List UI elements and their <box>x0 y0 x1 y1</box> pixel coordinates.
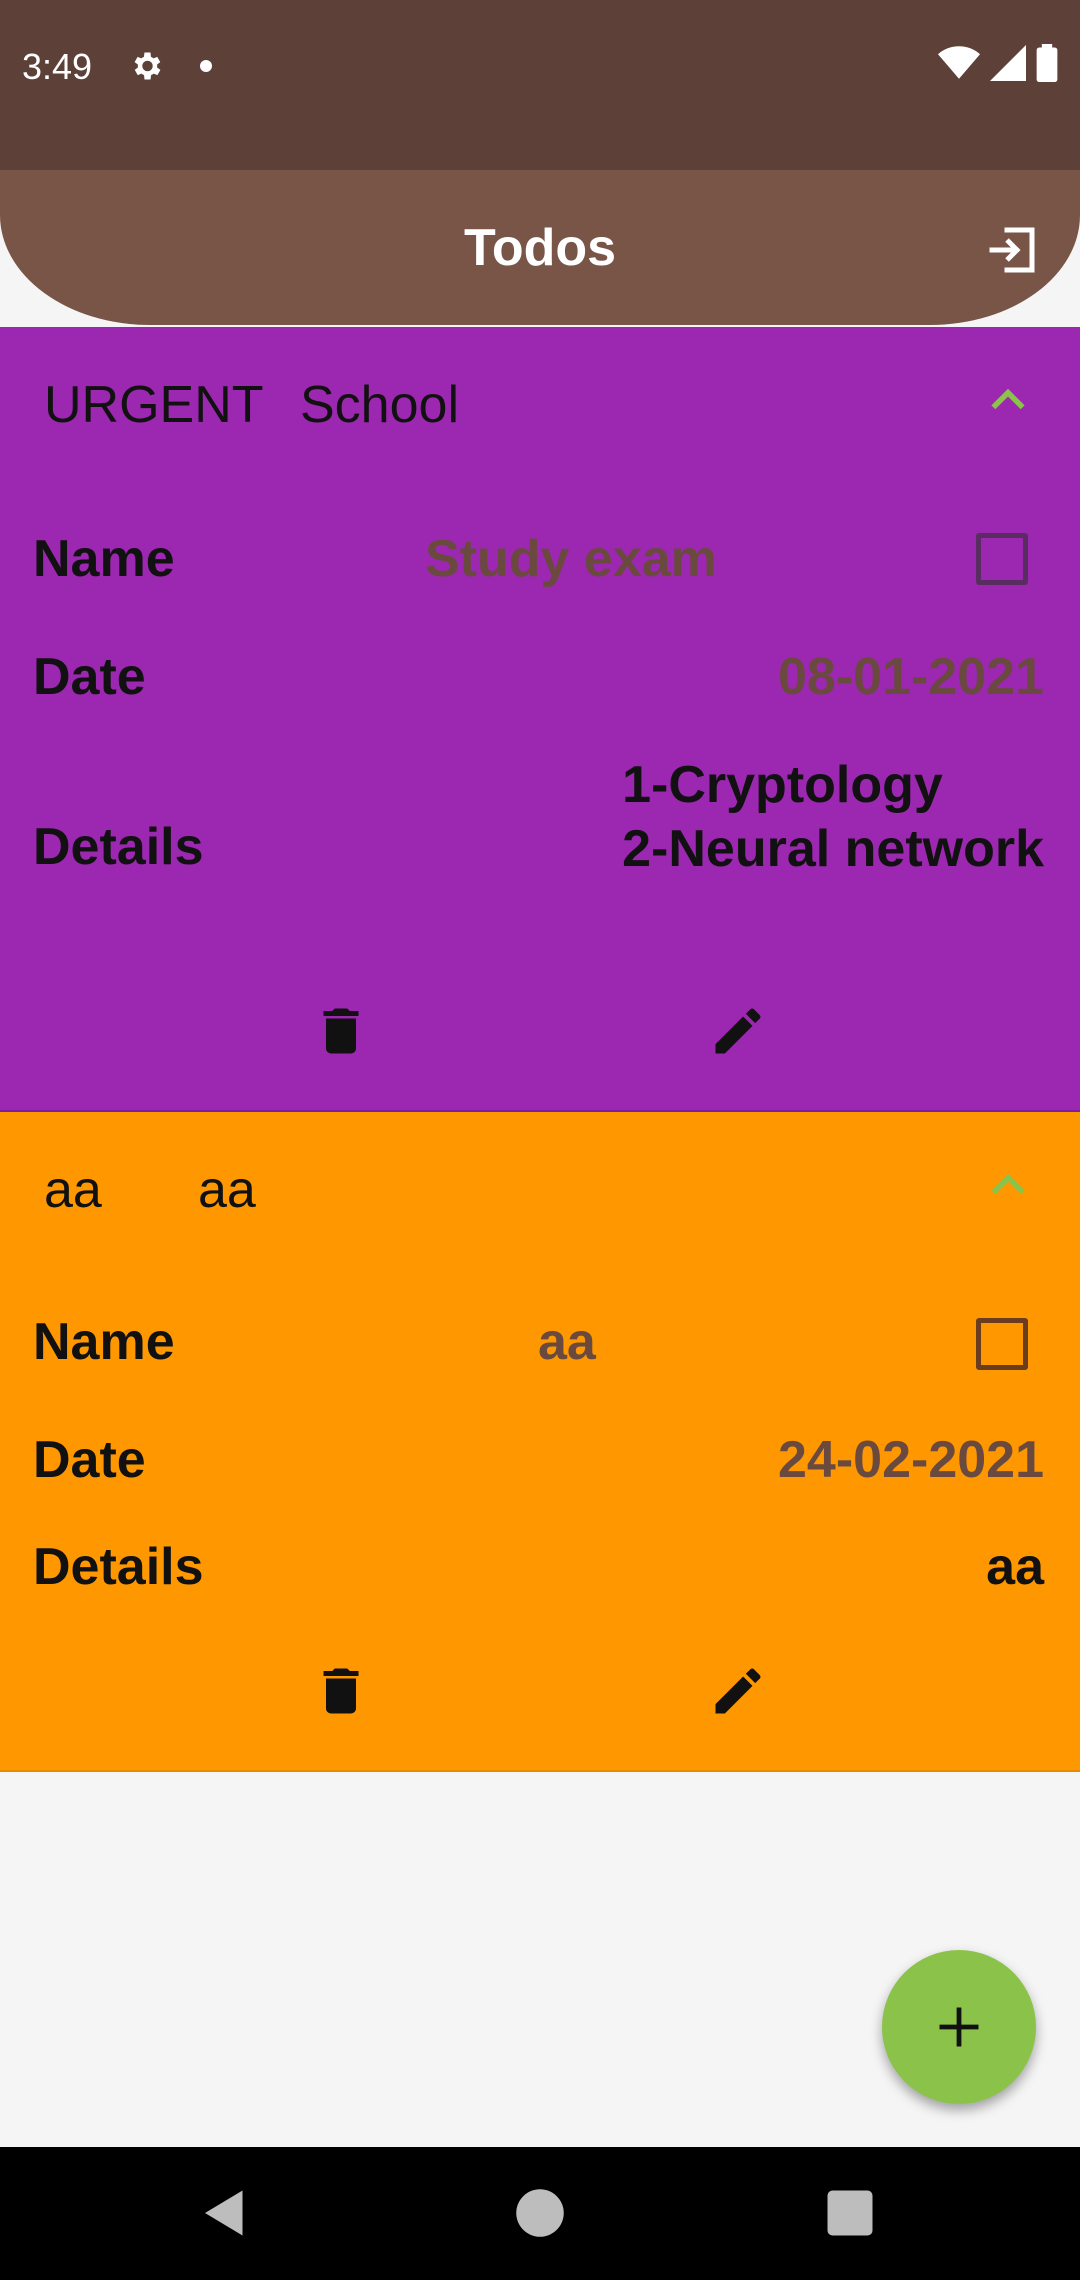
recents-icon[interactable] <box>820 2183 880 2243</box>
edit-icon[interactable] <box>708 1661 768 1721</box>
chevron-up-icon[interactable] <box>986 1170 1030 1200</box>
date-label: Date <box>33 1431 146 1489</box>
app-bar: Todos <box>0 170 1080 325</box>
todo-name: Study exam <box>425 530 717 588</box>
wifi-icon <box>938 46 980 79</box>
details-line: 1-Cryptology <box>622 756 943 814</box>
todo-date: 08-01-2021 <box>778 648 1044 706</box>
todo-details: 1-Cryptology 2-Neural network <box>622 753 1044 881</box>
todo-date: 24-02-2021 <box>778 1431 1044 1489</box>
logout-icon[interactable] <box>982 220 1042 280</box>
todo-card-header[interactable]: aa aa <box>0 1112 1080 1262</box>
todo-card: URGENT School Name Study exam Date 08-01… <box>0 327 1080 1112</box>
signal-icon <box>990 45 1026 81</box>
todo-category: School <box>300 376 459 434</box>
battery-icon <box>1036 44 1058 82</box>
todo-card-header[interactable]: URGENT School <box>0 327 1080 477</box>
todo-priority: aa <box>44 1161 102 1219</box>
add-icon <box>939 2007 979 2047</box>
delete-icon[interactable] <box>311 1001 371 1061</box>
navigation-bar <box>0 2147 1080 2280</box>
completed-checkbox[interactable] <box>976 533 1028 585</box>
add-todo-button[interactable] <box>882 1950 1036 2104</box>
chevron-up-icon[interactable] <box>986 385 1030 415</box>
date-label: Date <box>33 648 146 706</box>
back-icon[interactable] <box>195 2183 255 2243</box>
status-time: 3:49 <box>22 46 93 87</box>
completed-checkbox[interactable] <box>976 1318 1028 1370</box>
name-label: Name <box>33 1313 175 1371</box>
settings-icon <box>134 52 161 80</box>
edit-icon[interactable] <box>708 1001 768 1061</box>
name-label: Name <box>33 530 175 588</box>
app-title: Todos <box>463 219 617 277</box>
todo-category: aa <box>198 1161 256 1219</box>
todo-card: aa aa Name aa Date 24-02-2021 Details aa <box>0 1112 1080 1772</box>
status-icons <box>938 44 1058 82</box>
todo-name: aa <box>538 1313 596 1371</box>
todo-priority: URGENT <box>44 376 264 434</box>
details-label: Details <box>33 818 204 876</box>
home-icon[interactable] <box>510 2183 570 2243</box>
todo-details: aa <box>986 1538 1044 1596</box>
notification-dot <box>200 60 212 72</box>
status-bar: 3:49 <box>0 0 1080 170</box>
details-line: 2-Neural network <box>622 820 1044 878</box>
details-label: Details <box>33 1538 204 1596</box>
delete-icon[interactable] <box>311 1661 371 1721</box>
